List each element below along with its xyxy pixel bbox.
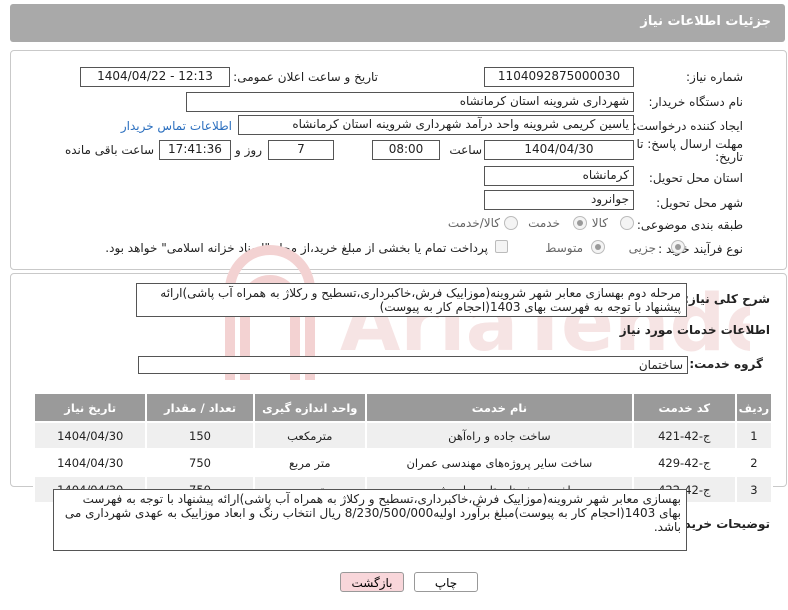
process-option-medium: متوسط bbox=[545, 241, 583, 255]
category-option-service: خدمت bbox=[528, 216, 560, 230]
remaining-time-label: ساعت باقی مانده bbox=[64, 143, 154, 157]
days-label: روز و bbox=[235, 143, 262, 157]
remaining-time-field[interactable]: 17:41:36 bbox=[159, 140, 231, 160]
col-code: کد خدمت bbox=[631, 392, 737, 423]
category-radio-service[interactable] bbox=[573, 216, 587, 230]
category-option-goods: کالا bbox=[591, 216, 608, 230]
table-row[interactable]: 2 ج-42-429 ساخت سایر پروژه‌های مهندسی عم… bbox=[32, 448, 774, 477]
buyer-name-field[interactable]: شهرداری شروینه استان کرمانشاه bbox=[186, 92, 634, 112]
service-qty: 750 bbox=[145, 448, 255, 477]
process-option-minor: جزیی bbox=[628, 241, 656, 255]
city-label: شهر محل تحویل: bbox=[656, 196, 743, 210]
service-unit: متر مربع bbox=[252, 448, 367, 477]
row-index: 2 bbox=[734, 448, 774, 477]
back-button[interactable]: بازگشت bbox=[340, 572, 404, 592]
table-row[interactable]: 1 ج-42-421 ساخت جاده و راه‌آهن مترمکعب 1… bbox=[32, 421, 774, 450]
category-radio-goods[interactable] bbox=[620, 216, 634, 230]
category-radio-goods-service[interactable] bbox=[504, 216, 518, 230]
buyer-contact-link[interactable]: اطلاعات تماس خریدار bbox=[121, 119, 232, 133]
deadline-label-date: تاریخ: bbox=[715, 150, 743, 164]
service-code: ج-42-421 bbox=[631, 421, 737, 450]
category-option-goods-service: کالا/خدمت bbox=[447, 216, 500, 230]
process-radio-medium[interactable] bbox=[591, 240, 605, 254]
announce-datetime-label: تاریخ و ساعت اعلان عمومی: bbox=[233, 70, 378, 84]
table-header-row: ردیف کد خدمت نام خدمت واحد اندازه گیری ت… bbox=[32, 392, 774, 423]
province-label: استان محل تحویل: bbox=[648, 171, 743, 185]
city-field[interactable]: جوانرود bbox=[484, 190, 634, 210]
service-qty: 150 bbox=[145, 421, 255, 450]
service-name: ساخت سایر پروژه‌های مهندسی عمران bbox=[364, 448, 634, 477]
col-unit: واحد اندازه گیری bbox=[252, 392, 367, 423]
row-index: 3 bbox=[734, 475, 774, 504]
service-group-label: گروه خدمت: bbox=[689, 357, 763, 371]
province-field[interactable]: کرمانشاه bbox=[484, 166, 634, 186]
services-table: ردیف کد خدمت نام خدمت واحد اندازه گیری ت… bbox=[32, 392, 774, 504]
col-row: ردیف bbox=[734, 392, 774, 423]
creator-label: ایجاد کننده درخواست: bbox=[632, 119, 743, 133]
buyer-name-label: نام دستگاه خریدار: bbox=[648, 95, 744, 109]
deadline-label: مهلت ارسال پاسخ: تا bbox=[636, 137, 743, 151]
services-section-title: اطلاعات خدمات مورد نیاز bbox=[619, 323, 770, 337]
deadline-time-label: ساعت bbox=[449, 143, 482, 157]
summary-textarea[interactable]: مرحله دوم بهسازی معابر شهر شروینه(موزایی… bbox=[136, 283, 687, 317]
service-code: ج-42-429 bbox=[631, 448, 737, 477]
row-index: 1 bbox=[734, 421, 774, 450]
need-number-field[interactable]: 1104092875000030 bbox=[484, 67, 634, 87]
service-date: 1404/04/30 bbox=[32, 448, 148, 477]
page-title: جزئیات اطلاعات نیاز bbox=[640, 14, 771, 29]
col-name: نام خدمت bbox=[364, 392, 634, 423]
treasury-payment-checkbox[interactable] bbox=[495, 240, 508, 253]
page-header: جزئیات اطلاعات نیاز bbox=[10, 4, 785, 42]
process-radio-minor[interactable] bbox=[671, 240, 685, 254]
announce-datetime-field[interactable]: 1404/04/22 - 12:13 bbox=[80, 67, 230, 87]
print-button[interactable]: چاپ bbox=[414, 572, 478, 592]
need-number-label: شماره نیاز: bbox=[686, 70, 743, 84]
service-group-field[interactable]: ساختمان bbox=[138, 356, 688, 374]
col-qty: تعداد / مقدار bbox=[145, 392, 255, 423]
days-remaining-field[interactable]: 7 bbox=[268, 140, 334, 160]
service-date: 1404/04/30 bbox=[32, 421, 148, 450]
service-name: ساخت جاده و راه‌آهن bbox=[364, 421, 634, 450]
treasury-payment-note: پرداخت تمام یا بخشی از مبلغ خرید،از محل … bbox=[105, 241, 488, 255]
creator-field[interactable]: یاسین کریمی شروینه واحد درآمد شهرداری شر… bbox=[238, 115, 634, 135]
page: جزئیات اطلاعات نیاز شماره نیاز: 11040928… bbox=[0, 0, 788, 610]
deadline-time-field[interactable]: 08:00 bbox=[372, 140, 440, 160]
col-date: تاریخ نیاز bbox=[32, 392, 148, 423]
service-unit: مترمکعب bbox=[252, 421, 367, 450]
deadline-date-field[interactable]: 1404/04/30 bbox=[484, 140, 634, 160]
summary-label: شرح کلی نیاز: bbox=[684, 292, 770, 306]
buyer-notes-textarea[interactable]: بهسازی معابر شهر شروینه(موزاییک فرش،خاکب… bbox=[53, 489, 687, 551]
category-label: طبقه بندی موضوعی: bbox=[636, 218, 743, 232]
